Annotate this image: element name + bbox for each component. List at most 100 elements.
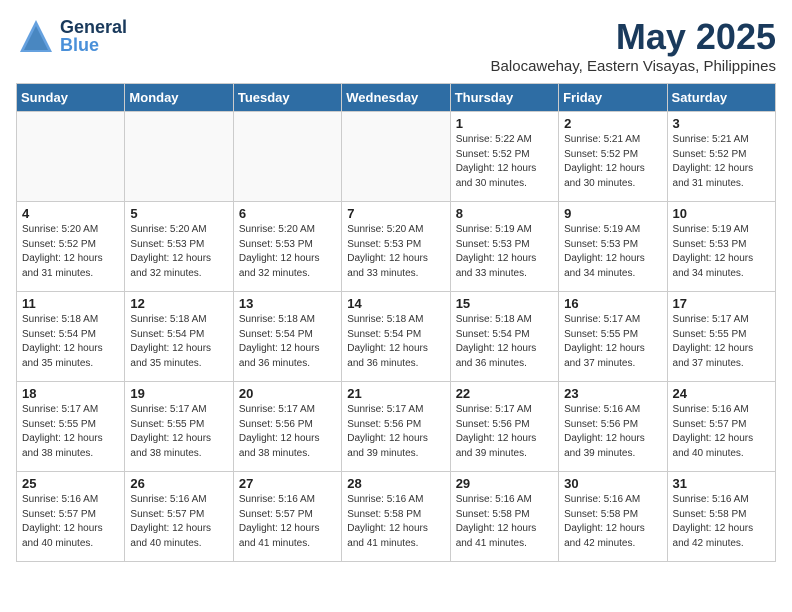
calendar-cell: 1 Sunrise: 5:22 AM Sunset: 5:52 PM Daylig… [450, 112, 558, 202]
day-detail: Sunrise: 5:17 AM Sunset: 5:55 PM Dayligh… [673, 313, 770, 371]
day-detail: Sunrise: 5:17 AM Sunset: 5:56 PM Dayligh… [239, 403, 336, 461]
calendar-header-monday: Monday [125, 84, 233, 112]
day-detail: Sunrise: 5:16 AM Sunset: 5:56 PM Dayligh… [564, 403, 661, 461]
calendar-header-wednesday: Wednesday [342, 84, 450, 112]
day-number: 13 [239, 296, 336, 311]
day-number: 26 [130, 476, 227, 491]
day-detail: Sunrise: 5:20 AM Sunset: 5:53 PM Dayligh… [239, 223, 336, 281]
calendar-cell: 23 Sunrise: 5:16 AM Sunset: 5:56 PM Dayli… [559, 382, 667, 472]
day-detail: Sunrise: 5:17 AM Sunset: 5:56 PM Dayligh… [456, 403, 553, 461]
day-number: 5 [130, 206, 227, 221]
day-detail: Sunrise: 5:18 AM Sunset: 5:54 PM Dayligh… [239, 313, 336, 371]
title-block: May 2025 Balocawehay, Eastern Visayas, P… [491, 16, 776, 75]
day-number: 28 [347, 476, 444, 491]
day-detail: Sunrise: 5:19 AM Sunset: 5:53 PM Dayligh… [456, 223, 553, 281]
calendar-cell: 22 Sunrise: 5:17 AM Sunset: 5:56 PM Dayli… [450, 382, 558, 472]
day-number: 18 [22, 386, 119, 401]
calendar-cell: 14Sunrise: 5:18 AM Sunset: 5:54 PM Dayli… [342, 292, 450, 382]
calendar-table: SundayMondayTuesdayWednesdayThursdayFrid… [16, 83, 776, 562]
day-number: 12 [130, 296, 227, 311]
day-detail: Sunrise: 5:17 AM Sunset: 5:55 PM Dayligh… [22, 403, 119, 461]
day-number: 24 [673, 386, 770, 401]
day-detail: Sunrise: 5:16 AM Sunset: 5:58 PM Dayligh… [456, 493, 553, 551]
calendar-cell: 20Sunrise: 5:17 AM Sunset: 5:56 PM Dayli… [233, 382, 341, 472]
calendar-cell: 5 Sunrise: 5:20 AM Sunset: 5:53 PM Daylig… [125, 202, 233, 292]
day-detail: Sunrise: 5:19 AM Sunset: 5:53 PM Dayligh… [673, 223, 770, 281]
calendar-cell [342, 112, 450, 202]
calendar-cell: 4Sunrise: 5:20 AM Sunset: 5:52 PM Daylig… [17, 202, 125, 292]
day-detail: Sunrise: 5:18 AM Sunset: 5:54 PM Dayligh… [22, 313, 119, 371]
day-detail: Sunrise: 5:16 AM Sunset: 5:57 PM Dayligh… [239, 493, 336, 551]
calendar-cell: 19 Sunrise: 5:17 AM Sunset: 5:55 PM Dayli… [125, 382, 233, 472]
day-number: 9 [564, 206, 661, 221]
calendar-cell: 27Sunrise: 5:16 AM Sunset: 5:57 PM Dayli… [233, 472, 341, 562]
calendar-header-thursday: Thursday [450, 84, 558, 112]
calendar-cell [17, 112, 125, 202]
day-detail: Sunrise: 5:16 AM Sunset: 5:58 PM Dayligh… [347, 493, 444, 551]
logo-icon [16, 16, 56, 56]
calendar-cell: 18 Sunrise: 5:17 AM Sunset: 5:55 PM Dayli… [17, 382, 125, 472]
day-detail: Sunrise: 5:18 AM Sunset: 5:54 PM Dayligh… [456, 313, 553, 371]
day-detail: Sunrise: 5:20 AM Sunset: 5:53 PM Dayligh… [130, 223, 227, 281]
calendar-header-saturday: Saturday [667, 84, 775, 112]
location-title: Balocawehay, Eastern Visayas, Philippine… [491, 58, 776, 75]
day-detail: Sunrise: 5:16 AM Sunset: 5:57 PM Dayligh… [130, 493, 227, 551]
calendar-cell: 25 Sunrise: 5:16 AM Sunset: 5:57 PM Dayli… [17, 472, 125, 562]
calendar-cell: 6Sunrise: 5:20 AM Sunset: 5:53 PM Daylig… [233, 202, 341, 292]
day-number: 25 [22, 476, 119, 491]
day-number: 17 [673, 296, 770, 311]
calendar-cell: 12 Sunrise: 5:18 AM Sunset: 5:54 PM Dayli… [125, 292, 233, 382]
logo-general: General [60, 18, 127, 36]
calendar-cell: 16 Sunrise: 5:17 AM Sunset: 5:55 PM Dayli… [559, 292, 667, 382]
day-detail: Sunrise: 5:17 AM Sunset: 5:56 PM Dayligh… [347, 403, 444, 461]
calendar-header-sunday: Sunday [17, 84, 125, 112]
day-number: 21 [347, 386, 444, 401]
calendar-week-row: 25 Sunrise: 5:16 AM Sunset: 5:57 PM Dayli… [17, 472, 776, 562]
day-number: 29 [456, 476, 553, 491]
calendar-header-tuesday: Tuesday [233, 84, 341, 112]
calendar-cell: 15 Sunrise: 5:18 AM Sunset: 5:54 PM Dayli… [450, 292, 558, 382]
calendar-week-row: 18 Sunrise: 5:17 AM Sunset: 5:55 PM Dayli… [17, 382, 776, 472]
logo-text: General Blue [60, 18, 127, 54]
calendar-cell: 29 Sunrise: 5:16 AM Sunset: 5:58 PM Dayli… [450, 472, 558, 562]
day-detail: Sunrise: 5:17 AM Sunset: 5:55 PM Dayligh… [130, 403, 227, 461]
calendar-header-row: SundayMondayTuesdayWednesdayThursdayFrid… [17, 84, 776, 112]
calendar-cell: 31Sunrise: 5:16 AM Sunset: 5:58 PM Dayli… [667, 472, 775, 562]
logo-blue: Blue [60, 36, 127, 54]
day-number: 3 [673, 116, 770, 131]
day-number: 10 [673, 206, 770, 221]
day-detail: Sunrise: 5:16 AM Sunset: 5:57 PM Dayligh… [22, 493, 119, 551]
day-number: 1 [456, 116, 553, 131]
day-number: 15 [456, 296, 553, 311]
calendar-cell: 2 Sunrise: 5:21 AM Sunset: 5:52 PM Daylig… [559, 112, 667, 202]
day-number: 2 [564, 116, 661, 131]
day-number: 30 [564, 476, 661, 491]
day-number: 22 [456, 386, 553, 401]
calendar-cell: 11 Sunrise: 5:18 AM Sunset: 5:54 PM Dayli… [17, 292, 125, 382]
day-number: 23 [564, 386, 661, 401]
calendar-week-row: 1 Sunrise: 5:22 AM Sunset: 5:52 PM Daylig… [17, 112, 776, 202]
calendar-cell: 10 Sunrise: 5:19 AM Sunset: 5:53 PM Dayli… [667, 202, 775, 292]
day-detail: Sunrise: 5:20 AM Sunset: 5:53 PM Dayligh… [347, 223, 444, 281]
day-detail: Sunrise: 5:17 AM Sunset: 5:55 PM Dayligh… [564, 313, 661, 371]
calendar-cell: 17 Sunrise: 5:17 AM Sunset: 5:55 PM Dayli… [667, 292, 775, 382]
day-detail: Sunrise: 5:21 AM Sunset: 5:52 PM Dayligh… [564, 133, 661, 191]
day-number: 14 [347, 296, 444, 311]
day-number: 19 [130, 386, 227, 401]
day-number: 8 [456, 206, 553, 221]
day-number: 16 [564, 296, 661, 311]
day-detail: Sunrise: 5:18 AM Sunset: 5:54 PM Dayligh… [130, 313, 227, 371]
day-detail: Sunrise: 5:16 AM Sunset: 5:58 PM Dayligh… [564, 493, 661, 551]
day-detail: Sunrise: 5:16 AM Sunset: 5:57 PM Dayligh… [673, 403, 770, 461]
day-number: 11 [22, 296, 119, 311]
calendar-cell: 9 Sunrise: 5:19 AM Sunset: 5:53 PM Daylig… [559, 202, 667, 292]
day-number: 7 [347, 206, 444, 221]
calendar-week-row: 4Sunrise: 5:20 AM Sunset: 5:52 PM Daylig… [17, 202, 776, 292]
calendar-cell: 8 Sunrise: 5:19 AM Sunset: 5:53 PM Daylig… [450, 202, 558, 292]
calendar-cell: 13 Sunrise: 5:18 AM Sunset: 5:54 PM Dayli… [233, 292, 341, 382]
day-detail: Sunrise: 5:19 AM Sunset: 5:53 PM Dayligh… [564, 223, 661, 281]
calendar-header-friday: Friday [559, 84, 667, 112]
day-detail: Sunrise: 5:22 AM Sunset: 5:52 PM Dayligh… [456, 133, 553, 191]
calendar-cell: 21 Sunrise: 5:17 AM Sunset: 5:56 PM Dayli… [342, 382, 450, 472]
logo: General Blue [16, 16, 127, 56]
